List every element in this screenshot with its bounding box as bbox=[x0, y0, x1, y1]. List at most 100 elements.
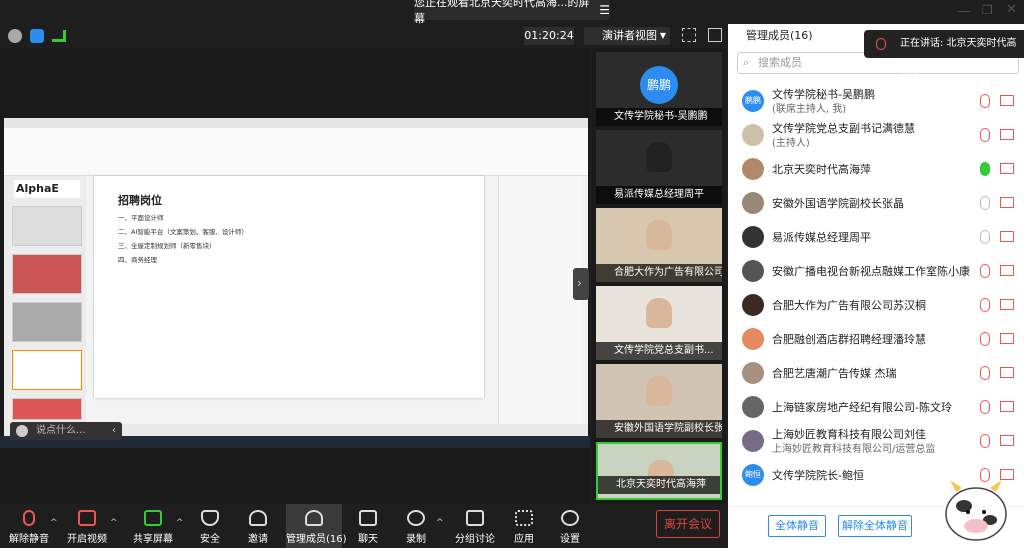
unmute-label: 解除静音 bbox=[9, 534, 49, 545]
slide-thumb[interactable] bbox=[12, 302, 82, 342]
security-label: 安全 bbox=[200, 534, 220, 545]
apps-label: 应用 bbox=[514, 534, 534, 545]
video-off-icon[interactable] bbox=[1000, 435, 1014, 446]
avatar bbox=[742, 430, 764, 452]
video-tile[interactable]: 易派传媒总经理周平 bbox=[596, 130, 722, 204]
restore-icon[interactable]: ❐ bbox=[982, 3, 993, 17]
video-off-icon[interactable] bbox=[1000, 197, 1014, 208]
start-video-button[interactable]: 开启视频 bbox=[64, 504, 110, 548]
close-icon[interactable]: ✕ bbox=[1006, 2, 1017, 17]
video-tile-label: 安徽外国语学院副校长张晶 bbox=[596, 420, 722, 438]
apps-button[interactable]: 应用 bbox=[506, 504, 542, 548]
video-tile[interactable]: 合肥大作为广告有限公司... bbox=[596, 208, 722, 282]
share-banner[interactable]: 您正在观看北京天奕时代高海...的屏幕 ☰ bbox=[414, 0, 610, 25]
slide-item: 三、全屋定制规划师（新零售块） bbox=[118, 242, 216, 250]
mic-icon[interactable] bbox=[980, 196, 990, 210]
avatar bbox=[742, 396, 764, 418]
member-row[interactable]: 鹏鹏 文传学院秘书-吴鹏鹏 (联席主持人, 我) bbox=[728, 84, 1024, 118]
member-row[interactable]: 安徽外国语学院副校长张晶 bbox=[728, 186, 1024, 220]
slide-thumb[interactable] bbox=[12, 254, 82, 294]
chevron-up-icon[interactable]: ^ bbox=[50, 518, 58, 528]
share-screen-label: 共享屏幕 bbox=[133, 534, 173, 545]
slide-thumb[interactable] bbox=[12, 350, 82, 390]
muted-mic-icon[interactable] bbox=[980, 434, 990, 448]
member-row[interactable]: 上海链家房地产经纪有限公司-陈文玲 bbox=[728, 390, 1024, 424]
unmute-button[interactable]: 解除静音 bbox=[6, 504, 52, 548]
minimize-icon[interactable]: — bbox=[958, 4, 970, 18]
member-row[interactable]: 合肥融创酒店群招聘经理潘玲慧 bbox=[728, 322, 1024, 356]
settings-button[interactable]: 设置 bbox=[552, 504, 588, 548]
chat-input[interactable]: 说点什么... ‹ bbox=[10, 422, 122, 440]
share-screen-button[interactable]: 共享屏幕 bbox=[130, 504, 176, 548]
chevron-left-icon[interactable]: ‹ bbox=[112, 422, 116, 440]
video-off-icon[interactable] bbox=[1000, 401, 1014, 412]
muted-mic-icon[interactable] bbox=[980, 366, 990, 380]
apps-icon bbox=[515, 510, 533, 526]
member-row[interactable]: 合肥大作为广告有限公司苏汉桐 bbox=[728, 288, 1024, 322]
view-mode-label: 演讲者视图 bbox=[602, 29, 657, 42]
chevron-up-icon[interactable]: ^ bbox=[110, 518, 118, 528]
members-icon bbox=[305, 510, 323, 526]
member-row[interactable]: 安徽广播电视台新视点融媒工作室陈小康 bbox=[728, 254, 1024, 288]
muted-mic-icon[interactable] bbox=[980, 298, 990, 312]
muted-mic-icon[interactable] bbox=[980, 94, 990, 108]
muted-mic-icon[interactable] bbox=[980, 332, 990, 346]
mute-all-button[interactable]: 全体静音 bbox=[768, 515, 826, 537]
settings-label: 设置 bbox=[560, 534, 580, 545]
mic-icon[interactable] bbox=[980, 230, 990, 244]
slide-thumb[interactable] bbox=[12, 206, 82, 246]
avatar bbox=[742, 328, 764, 350]
video-off-icon[interactable] bbox=[1000, 231, 1014, 242]
chevron-up-icon[interactable]: ^ bbox=[176, 518, 184, 528]
video-tile[interactable]: 鹏鹏 文传学院秘书-吴鹏鹏 bbox=[596, 52, 722, 126]
muted-mic-icon[interactable] bbox=[980, 264, 990, 278]
leave-meeting-button[interactable]: 离开会议 bbox=[656, 510, 720, 538]
chat-button[interactable]: 聊天 bbox=[350, 504, 386, 548]
fullscreen-icon[interactable] bbox=[682, 28, 696, 42]
video-off-icon[interactable] bbox=[1000, 333, 1014, 344]
slide-thumb[interactable] bbox=[12, 398, 82, 420]
member-row[interactable]: 合肥艺唐潮广告传媒 杰瑞 bbox=[728, 356, 1024, 390]
video-off-icon[interactable] bbox=[1000, 95, 1014, 106]
expand-thumbnails-handle[interactable]: › bbox=[573, 268, 589, 300]
invite-button[interactable]: 邀请 bbox=[240, 504, 276, 548]
member-row[interactable]: 文传学院党总支副书记满德慧 (主持人) bbox=[728, 118, 1024, 152]
view-mode-dropdown[interactable]: 演讲者视图 ▼ bbox=[584, 27, 670, 45]
muted-mic-icon[interactable] bbox=[980, 128, 990, 142]
video-tile[interactable]: 北京天奕时代高海萍 bbox=[596, 442, 722, 500]
video-tile[interactable]: 安徽外国语学院副校长张晶 bbox=[596, 364, 722, 438]
video-off-icon[interactable] bbox=[1000, 129, 1014, 140]
avatar bbox=[742, 158, 764, 180]
sidebar-toggle-icon[interactable] bbox=[708, 28, 722, 42]
shield-icon bbox=[201, 510, 219, 526]
chevron-up-icon[interactable]: ^ bbox=[436, 518, 444, 528]
menu-icon[interactable]: ☰ bbox=[599, 3, 610, 17]
video-off-icon[interactable] bbox=[1000, 265, 1014, 276]
avatar: 鲍恒 bbox=[742, 464, 764, 486]
video-off-icon[interactable] bbox=[1000, 163, 1014, 174]
member-row[interactable]: 北京天奕时代高海萍 bbox=[728, 152, 1024, 186]
manage-members-button[interactable]: 管理成员(16) bbox=[286, 504, 347, 548]
muted-mic-icon[interactable] bbox=[980, 400, 990, 414]
avatar bbox=[742, 192, 764, 214]
member-row[interactable]: 易派传媒总经理周平 bbox=[728, 220, 1024, 254]
mic-icon[interactable] bbox=[980, 162, 990, 176]
chat-label: 聊天 bbox=[358, 534, 378, 545]
member-row[interactable]: 上海妙匠教育科技有限公司刘佳 上海妙匠教育科技有限公司/运营总监 bbox=[728, 424, 1024, 458]
avatar bbox=[742, 294, 764, 316]
breakout-button[interactable]: 分组讨论 bbox=[452, 504, 498, 548]
info-icon[interactable] bbox=[8, 29, 22, 43]
security-button[interactable]: 安全 bbox=[192, 504, 228, 548]
search-icon: ⌕ bbox=[743, 56, 750, 69]
signal-icon[interactable] bbox=[52, 30, 66, 42]
unmute-all-button[interactable]: 解除全体静音 bbox=[838, 515, 912, 537]
share-screen-icon bbox=[144, 510, 162, 526]
member-name: 安徽广播电视台新视点融媒工作室陈小康 bbox=[772, 265, 970, 278]
chevron-down-icon: ▼ bbox=[659, 31, 666, 40]
record-button[interactable]: 录制 bbox=[398, 504, 434, 548]
video-off-icon[interactable] bbox=[1000, 299, 1014, 310]
video-tile[interactable]: 文传学院党总支副书... bbox=[596, 286, 722, 360]
video-off-icon[interactable] bbox=[1000, 367, 1014, 378]
shield-icon[interactable] bbox=[30, 29, 44, 43]
member-name: 合肥艺唐潮广告传媒 杰瑞 bbox=[772, 367, 897, 380]
